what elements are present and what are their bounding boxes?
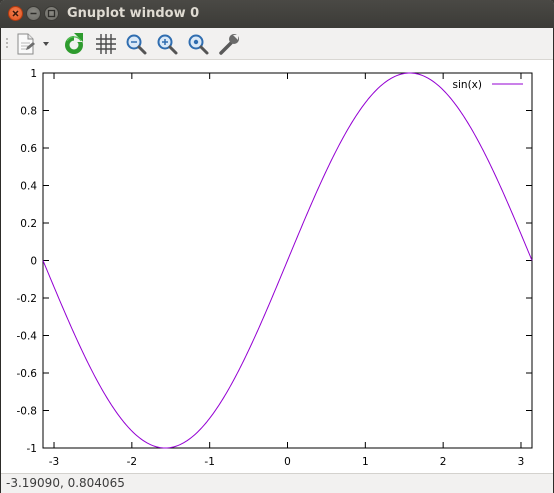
next-zoom-button[interactable] <box>154 31 180 57</box>
y-tick-label: 0.4 <box>20 181 37 193</box>
window-title: Gnuplot window 0 <box>67 6 200 21</box>
toolbar-grip-icon[interactable] <box>5 37 9 51</box>
mouse-coordinates: -3.19090, 0.804065 <box>6 476 125 490</box>
grid-icon <box>96 34 116 54</box>
plot-area[interactable]: -1 -0.8 -0.6 -0.4 -0.2 0 0.2 0.4 0.6 0.8 1 -3 -2 -1 0 1… <box>1 60 553 473</box>
toggle-grid-button[interactable] <box>92 31 118 57</box>
status-bar: -3.19090, 0.804065 <box>1 473 553 493</box>
wrench-icon <box>219 34 239 55</box>
y-tick-label: 0.6 <box>20 143 37 155</box>
title-bar[interactable]: Gnuplot window 0 <box>0 0 554 28</box>
axis-tick-labels: -1 -0.8 -0.6 -0.4 -0.2 0 0.2 0.4 0.6 0.8 1 -3 -2 -1 0 1… <box>17 68 525 468</box>
x-tick-label: -1 <box>204 456 214 468</box>
y-tick-label: -0.4 <box>17 331 38 343</box>
toolbar <box>1 28 553 60</box>
x-tick-label: 3 <box>518 456 525 468</box>
zoom-next-icon <box>157 34 178 55</box>
clipboard-export-icon <box>17 33 35 55</box>
y-tick-label: -0.6 <box>17 368 38 380</box>
copy-to-clipboard-button[interactable] <box>13 31 39 57</box>
maximize-icon <box>47 9 56 18</box>
export-menu-dropdown[interactable] <box>40 31 52 57</box>
previous-zoom-button[interactable] <box>123 31 149 57</box>
zoom-previous-icon <box>126 34 147 55</box>
x-tick-label: -2 <box>127 456 137 468</box>
zoom-autoscale-icon <box>188 34 209 55</box>
x-tick-label: 2 <box>440 456 447 468</box>
maximize-window-button[interactable] <box>44 6 59 21</box>
autoscale-button[interactable] <box>185 31 211 57</box>
refresh-icon <box>65 33 85 54</box>
sin-chart[interactable]: -1 -0.8 -0.6 -0.4 -0.2 0 0.2 0.4 0.6 0.8 1 -3 -2 -1 0 1… <box>1 60 553 473</box>
legend-label: sin(x) <box>453 79 482 91</box>
close-window-button[interactable] <box>8 6 23 21</box>
dropdown-arrow-icon <box>43 42 49 46</box>
minimize-window-button[interactable] <box>26 6 41 21</box>
x-tick-label: 0 <box>284 456 291 468</box>
y-tick-label: -0.2 <box>17 293 38 305</box>
replot-button[interactable] <box>61 31 87 57</box>
y-tick-label: 0.8 <box>20 106 37 118</box>
minimize-icon <box>30 12 37 15</box>
x-tick-label: -3 <box>49 456 59 468</box>
y-tick-label: 0 <box>30 256 37 268</box>
y-tick-label: -0.8 <box>17 406 38 418</box>
y-tick-label: 0.2 <box>20 218 37 230</box>
settings-button[interactable] <box>216 31 242 57</box>
gnuplot-window: Gnuplot window 0 -1 -0.8 -0.6 -0.4 -0.2 … <box>0 0 554 493</box>
x-tick-label: 1 <box>362 456 369 468</box>
close-icon <box>12 10 19 17</box>
y-tick-label: -1 <box>27 443 37 455</box>
y-tick-label: 1 <box>30 68 37 80</box>
series-line-sin <box>42 72 533 449</box>
